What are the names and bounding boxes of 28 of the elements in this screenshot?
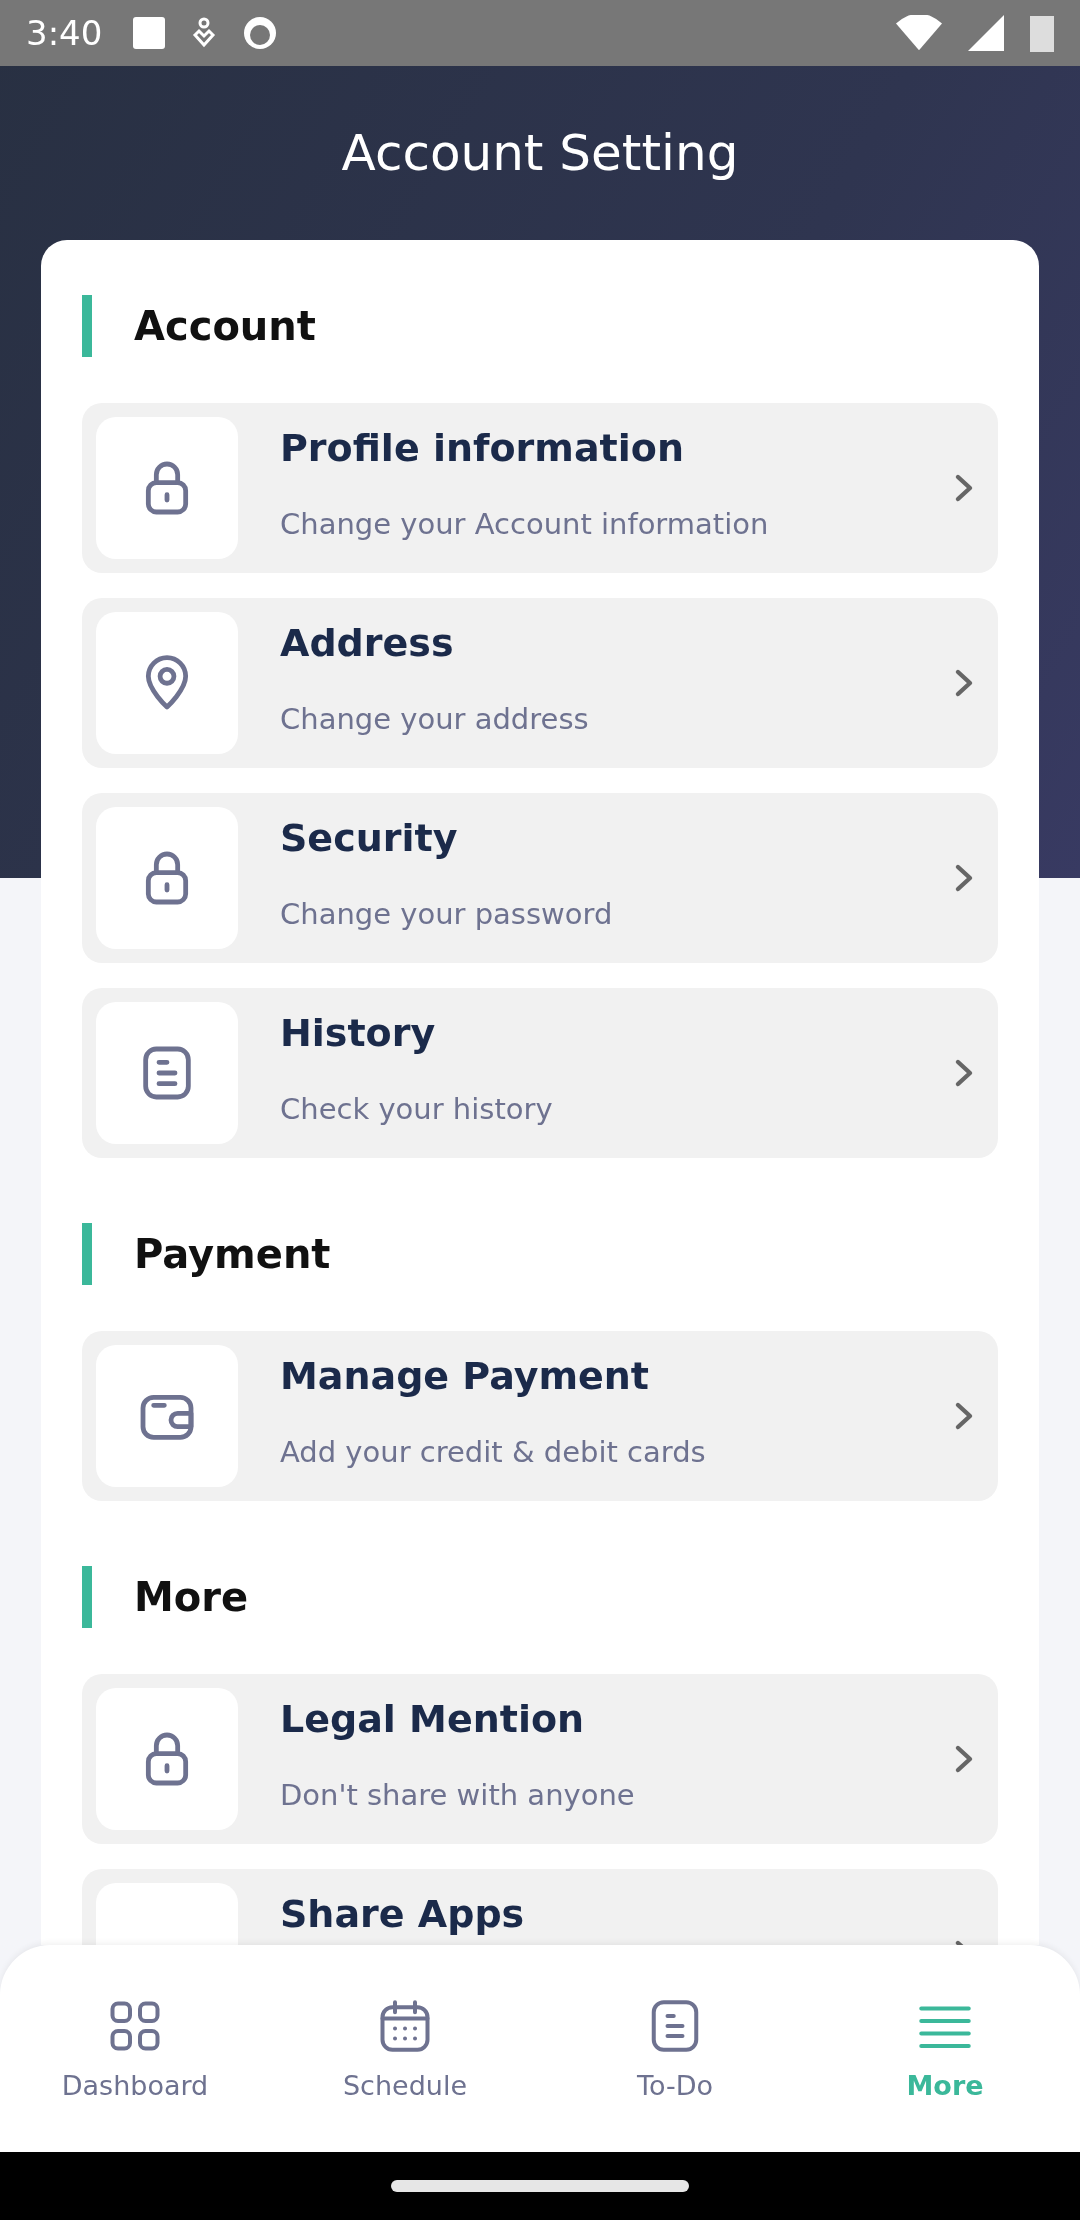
settings-item[interactable]: Manage Payment Add your credit & debit cards [82,1331,998,1501]
section-title: Payment [134,1231,331,1277]
item-title: Profile information [280,427,685,469]
settings-item[interactable]: History Check your history [82,988,998,1158]
nav-tab[interactable]: To-Do [540,1945,810,2152]
item-subtitle: Change your address [280,702,590,736]
item-title: Manage Payment [280,1355,650,1397]
nav-tab[interactable]: Schedule [270,1945,540,2152]
item-title: Legal Mention [280,1698,586,1740]
item-title: History [280,1012,437,1054]
item-subtitle: Change your Account information [280,507,770,541]
settings-item[interactable]: Address Change your address [82,598,998,768]
item-subtitle: Check your history [280,1092,554,1126]
item-title: Share Apps [280,1893,526,1935]
nav-tab[interactable]: Dashboard [0,1945,270,2152]
item-subtitle: Change your password [280,897,614,931]
item-title: Address [280,622,455,664]
section-title: Account [134,303,316,349]
section-title: More [134,1574,249,1620]
item-subtitle: Add your credit & debit cards [280,1435,707,1469]
status-time: 3:40 [26,13,103,53]
item-subtitle: Don't share with anyone [280,1778,636,1812]
settings-item[interactable]: Legal Mention Don't share with anyone [82,1674,998,1844]
settings-item[interactable]: Profile information Change your Account information [82,403,998,573]
settings-item[interactable]: Security Change your password [82,793,998,963]
settings-item[interactable]: Share Apps [82,1869,998,1945]
page-title: Account Setting [340,123,740,184]
item-title: Security [280,817,459,859]
